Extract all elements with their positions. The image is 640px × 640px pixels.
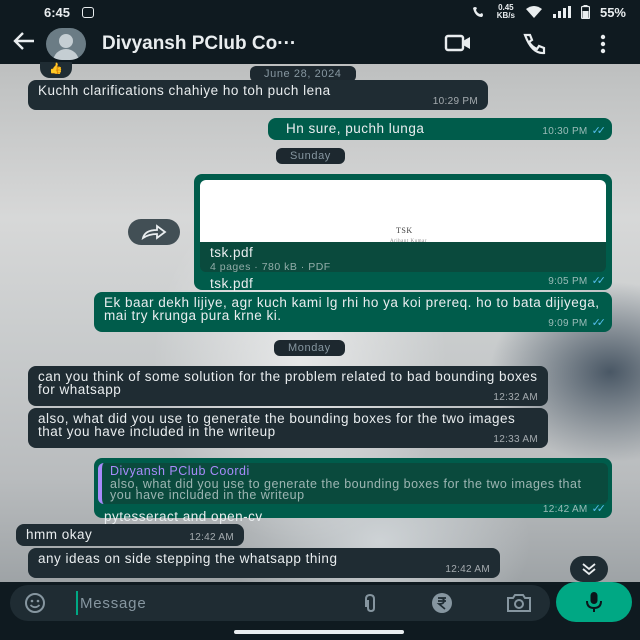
message-time: 9:09 PM <box>548 318 588 329</box>
date-separator: Sunday <box>276 148 345 164</box>
notification-icon <box>82 6 95 18</box>
avatar[interactable] <box>46 28 86 60</box>
message-meta: 12:42 AM <box>189 531 234 544</box>
message-time: 12:32 AM <box>493 392 538 403</box>
pdf-message[interactable]: TSK Arihant Kumar tsk.pdf 4 pages · 780 … <box>194 174 612 290</box>
outgoing-reply-message[interactable]: Divyansh PClub Coordi also, what did you… <box>94 458 612 523</box>
wifi-call-icon <box>472 7 483 17</box>
message-list[interactable]: 👍 June 28, 2024 Kuchh clarifications cha… <box>0 62 640 582</box>
incoming-message[interactable]: can you think of some solution for the p… <box>28 366 548 406</box>
message-time: 12:33 AM <box>493 434 538 445</box>
message-text: pytesseract and open-cv <box>104 509 263 524</box>
message-meta: 9:05 PM ✓✓ <box>548 275 607 288</box>
status-right: 0.45 KB/s 55% <box>471 4 626 20</box>
battery-icon <box>580 5 590 19</box>
message-text: can you think of some solution for the p… <box>38 369 538 397</box>
message-text: also, what did you use to generate the b… <box>38 411 516 439</box>
read-ticks-icon: ✓✓ <box>591 317 607 329</box>
message-time: 12:42 AM <box>445 564 490 575</box>
voice-record-button[interactable] <box>556 582 632 622</box>
mic-icon <box>586 592 602 612</box>
message-text: Kuchh clarifications chahiye ho toh puch… <box>38 83 331 98</box>
attachment-icon[interactable] <box>360 593 380 613</box>
read-ticks-icon: ✓✓ <box>591 275 607 287</box>
status-time: 6:45 <box>44 4 71 20</box>
contact-name[interactable]: Divyansh PClub Co··· <box>102 33 392 55</box>
message-time: 9:05 PM <box>548 276 588 287</box>
arrow-left-icon <box>13 32 34 50</box>
incoming-message[interactable]: Kuchh clarifications chahiye ho toh puch… <box>28 80 488 110</box>
chat-header: Divyansh PClub Co··· <box>0 24 640 64</box>
quote-text: also, what did you use to generate the b… <box>110 477 582 502</box>
message-input[interactable] <box>76 591 336 615</box>
read-ticks-icon: ✓✓ <box>591 503 607 515</box>
message-time: 12:42 AM <box>189 532 234 543</box>
date-separator: Monday <box>274 340 345 356</box>
battery-percent: 55% <box>599 4 626 20</box>
message-text: hmm okay <box>26 527 93 542</box>
speed-unit: KB/s <box>496 11 515 20</box>
message-meta: 10:30 PM ✓✓ <box>542 125 607 138</box>
quoted-message[interactable]: Divyansh PClub Coordi also, what did you… <box>98 463 608 504</box>
pdf-preview-subtitle: Arihant Kumar <box>390 239 427 244</box>
status-bar: 6:45 0.45 KB/s 55% <box>0 0 640 24</box>
payment-rupee-icon[interactable] <box>430 591 454 615</box>
scroll-to-bottom-button[interactable] <box>570 556 608 582</box>
signal-icon <box>552 6 571 18</box>
forward-button[interactable] <box>128 219 180 245</box>
message-input-pill[interactable] <box>10 585 550 621</box>
double-chevron-down-icon <box>582 563 596 576</box>
message-meta: 12:33 AM <box>493 433 538 446</box>
composer-bar <box>0 582 640 624</box>
system-nav-bar <box>0 624 640 640</box>
read-ticks-icon: ✓✓ <box>591 125 607 137</box>
forward-icon <box>141 224 167 240</box>
reaction-thumbs-up[interactable]: 👍 <box>40 62 72 78</box>
message-meta: 10:29 PM <box>433 95 478 108</box>
camera-icon[interactable] <box>506 593 532 613</box>
message-text: any ideas on side stepping the whatsapp … <box>38 551 338 566</box>
incoming-message[interactable]: any ideas on side stepping the whatsapp … <box>28 548 500 578</box>
voice-call-icon[interactable] <box>520 32 548 56</box>
message-text: Hn sure, puchh lunga <box>286 121 425 136</box>
home-gesture-handle[interactable] <box>234 630 404 634</box>
video-call-icon[interactable] <box>444 32 472 54</box>
message-text: Ek baar dekh lijiye, agr kuch kami lg rh… <box>104 295 600 323</box>
quote-author: Divyansh PClub Coordi <box>110 464 250 478</box>
message-time: 10:30 PM <box>542 126 588 137</box>
message-time: 12:42 AM <box>542 504 588 515</box>
emoji-icon[interactable] <box>24 592 46 614</box>
message-meta: 12:32 AM <box>493 391 538 404</box>
incoming-message[interactable]: also, what did you use to generate the b… <box>28 408 548 448</box>
network-speed: 0.45 KB/s <box>497 4 515 20</box>
message-time: 10:29 PM <box>432 96 478 107</box>
incoming-message[interactable]: hmm okay 12:42 AM <box>16 524 244 546</box>
back-button[interactable] <box>12 30 38 58</box>
message-meta: 9:09 PM ✓✓ <box>548 317 607 330</box>
pdf-preview[interactable]: TSK Arihant Kumar <box>200 180 606 244</box>
more-options-icon[interactable] <box>598 32 608 56</box>
outgoing-message[interactable]: Hn sure, puchh lunga 10:30 PM ✓✓ <box>268 118 612 140</box>
wifi-icon <box>525 6 542 18</box>
message-meta: 12:42 AM ✓✓ <box>542 503 607 516</box>
outgoing-message[interactable]: Ek baar dekh lijiye, agr kuch kami lg rh… <box>94 292 612 332</box>
message-meta: 12:42 AM <box>445 563 490 576</box>
